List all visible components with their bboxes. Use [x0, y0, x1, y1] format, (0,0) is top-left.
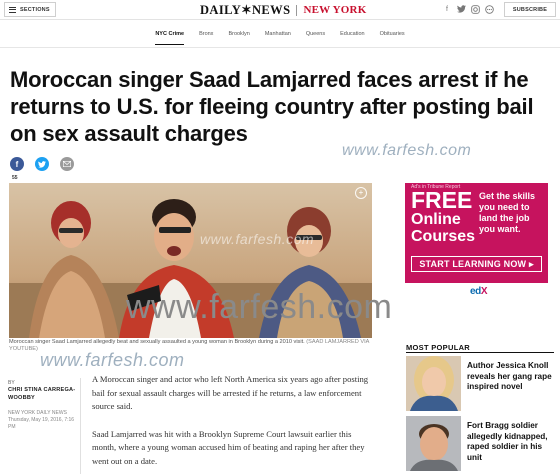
most-popular-divider — [406, 352, 554, 353]
watermark-text: www.farfesh.com — [342, 142, 472, 159]
most-popular-headline[interactable]: Author Jessica Knoll reveals her gang ra… — [467, 361, 553, 393]
most-popular-thumbnail[interactable] — [406, 356, 461, 411]
article-body: A Moroccan singer and actor who left Nor… — [92, 373, 377, 474]
twitter-share-icon[interactable] — [35, 157, 49, 171]
edx-logo-suffix: X — [480, 286, 488, 297]
caption-text: Moroccan singer Saad Lamjarred allegedly… — [9, 339, 305, 345]
nav-item-obituaries[interactable]: Obituaries — [380, 31, 405, 45]
subscribe-label: SUBSCRIBE — [512, 6, 548, 13]
section-nav: NYC Crime Bronx Brooklyn Manhattan Queen… — [0, 31, 560, 45]
expand-icon[interactable]: + — [355, 187, 367, 199]
subscribe-button[interactable]: SUBSCRIBE — [504, 2, 556, 17]
social-links: f — [442, 4, 494, 14]
facebook-share-icon[interactable]: f — [10, 157, 24, 171]
nav-item-nyc-crime[interactable]: NYC Crime — [155, 31, 185, 45]
publication-name: NEW YORK DAILY NEWS — [8, 410, 67, 416]
facebook-icon[interactable]: f — [442, 4, 452, 14]
watermark-text: www.farfesh.com — [200, 231, 315, 247]
more-icon[interactable] — [484, 4, 494, 14]
twitter-icon[interactable] — [456, 4, 466, 14]
logo-edition: NEW YORK — [303, 4, 367, 16]
share-bar: f — [10, 157, 74, 171]
paragraph-1: A Moroccan singer and actor who left Nor… — [92, 374, 369, 412]
nav-item-bronx[interactable]: Bronx — [199, 31, 213, 45]
ad-cta-button[interactable]: START LEARNING NOW ▸ — [411, 256, 542, 272]
nav-divider — [0, 47, 560, 48]
logo-wordmark: DAILY✶NEWS — [200, 3, 291, 17]
instagram-icon[interactable] — [470, 4, 480, 14]
sections-button[interactable]: SECTIONS — [4, 2, 56, 17]
nav-item-manhattan[interactable]: Manhattan — [265, 31, 291, 45]
edx-logo: edX — [470, 286, 488, 297]
nav-item-queens[interactable]: Queens — [306, 31, 325, 45]
most-popular-heading: MOST POPULAR — [406, 343, 471, 352]
advertisement[interactable]: Ad's in Tribune Report FREE Online Cours… — [405, 183, 548, 301]
sections-label: SECTIONS — [20, 6, 50, 13]
share-count: 55 — [12, 175, 18, 181]
site-logo[interactable]: DAILY✶NEWS NEW YORK — [200, 3, 366, 17]
paragraph-2: Saad Lamjarred was hit with a Brooklyn S… — [92, 428, 365, 466]
ad-headline-online: Online — [411, 211, 461, 228]
nav-item-education[interactable]: Education — [340, 31, 364, 45]
hamburger-icon — [9, 6, 16, 13]
watermark-text: www.farfesh.com — [126, 288, 393, 326]
article-headline: Moroccan singer Saad Lamjarred faces arr… — [10, 67, 534, 146]
watermark-text: www.farfesh.com — [40, 350, 185, 370]
most-popular-thumbnail[interactable] — [406, 416, 461, 471]
byline-divider — [80, 378, 81, 474]
edx-logo-prefix: ed — [470, 286, 481, 297]
ad-headline-courses: Courses — [411, 228, 476, 245]
ad-copy: Get the skills you need to land the job … — [479, 191, 536, 234]
author-name[interactable]: CHRI STINA CARREGA-WOOBBY — [8, 386, 80, 402]
byline-block: BY CHRI STINA CARREGA-WOOBBY NEW YORK DA… — [8, 380, 80, 431]
most-popular-headline[interactable]: Fort Bragg soldier allegedly kidnapped, … — [467, 421, 553, 463]
most-popular-item[interactable]: Author Jessica Knoll reveals her gang ra… — [406, 356, 554, 414]
top-bar: SECTIONS DAILY✶NEWS NEW YORK f SUBSCRIBE — [0, 0, 560, 20]
email-share-icon[interactable] — [60, 157, 74, 171]
logo-divider — [296, 4, 298, 16]
ad-headline-free: FREE — [411, 187, 473, 213]
most-popular-item[interactable]: Fort Bragg soldier allegedly kidnapped, … — [406, 416, 554, 474]
dateline: Thursday, May 19, 2016, 7:16 PM — [8, 417, 75, 430]
nav-item-brooklyn[interactable]: Brooklyn — [228, 31, 249, 45]
